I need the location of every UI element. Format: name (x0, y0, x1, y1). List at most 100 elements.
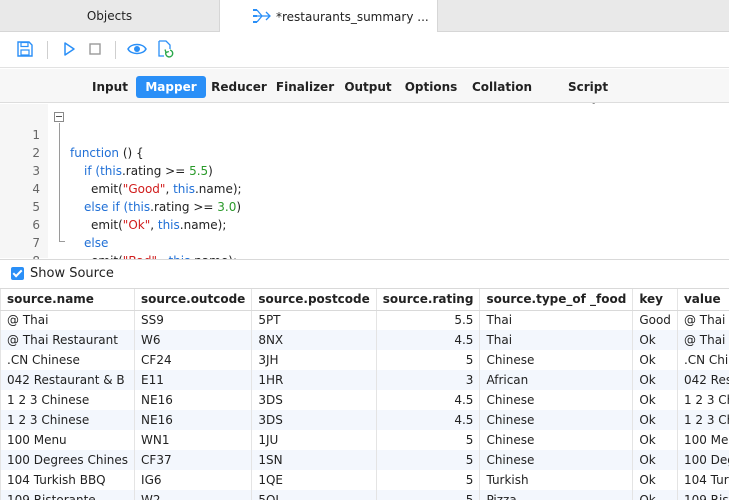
table-cell[interactable]: NE16 (134, 390, 253, 410)
save-button[interactable] (15, 40, 35, 60)
table-cell[interactable]: .CN Chinese (0, 350, 136, 370)
column-header[interactable]: value (677, 289, 729, 311)
table-cell[interactable]: 100 Menu (677, 430, 729, 450)
tab-collation[interactable]: Collation (468, 76, 536, 98)
tab-mapper[interactable]: Mapper (136, 76, 206, 98)
tab-reducer[interactable]: Reducer (208, 76, 270, 98)
table-row[interactable]: 1 2 3 ChineseNE163DS4.5ChineseOk1 2 3 Ch… (0, 410, 729, 430)
table-cell[interactable]: W2 (134, 490, 253, 500)
table-cell[interactable]: 4.5 (376, 330, 481, 350)
table-row[interactable]: .CN ChineseCF243JH5ChineseOk.CN Chinese (0, 350, 729, 370)
stop-button[interactable] (85, 40, 105, 60)
table-cell[interactable]: 1SN (251, 450, 377, 470)
table-cell[interactable]: Pizza (479, 490, 634, 500)
table-cell[interactable]: Ok (632, 490, 678, 500)
results-grid[interactable]: source.name source.outcode source.postco… (0, 288, 729, 500)
table-cell[interactable]: @ Thai Restaurant (0, 330, 136, 350)
table-cell[interactable]: CF24 (134, 350, 253, 370)
table-cell[interactable]: SS9 (134, 310, 253, 330)
table-cell[interactable]: Thai (479, 310, 634, 330)
table-cell[interactable]: 3JH (251, 350, 377, 370)
table-cell[interactable]: 100 Menu (0, 430, 136, 450)
table-cell[interactable]: E11 (134, 370, 253, 390)
table-cell[interactable]: 100 Degrees Chines (0, 450, 136, 470)
table-cell[interactable]: Ok (632, 450, 678, 470)
table-cell[interactable]: Chinese (479, 350, 634, 370)
table-cell[interactable]: 4.5 (376, 390, 481, 410)
table-cell[interactable]: @ Thai (0, 310, 136, 330)
table-cell[interactable]: African (479, 370, 634, 390)
table-cell[interactable]: 5 (376, 470, 481, 490)
table-cell[interactable]: 1 2 3 Chinese (0, 390, 136, 410)
table-cell[interactable]: 8NX (251, 330, 377, 350)
table-cell[interactable]: 104 Turkish BBQ (677, 470, 729, 490)
table-cell[interactable]: 5.5 (376, 310, 481, 330)
table-row[interactable]: 109 RistoranteW25QL5PizzaOk109 Ristorant… (0, 490, 729, 500)
table-cell[interactable]: IG6 (134, 470, 253, 490)
table-cell[interactable]: Ok (632, 410, 678, 430)
table-row[interactable]: 100 MenuWN11JU5ChineseOk100 Menu (0, 430, 729, 450)
column-header[interactable]: source.postcode (251, 289, 377, 311)
fold-toggle-icon[interactable] (54, 112, 64, 122)
preview-button[interactable] (127, 40, 147, 60)
table-cell[interactable]: Ok (632, 350, 678, 370)
table-cell[interactable]: 1 2 3 Chinese (677, 390, 729, 410)
table-cell[interactable]: 5 (376, 430, 481, 450)
table-row[interactable]: 042 Restaurant & B E11 1HR 3 African Ok 042 Re… (0, 370, 729, 390)
table-row[interactable]: 104 Turkish BBQIG61QE5TurkishOk104 Turki… (0, 470, 729, 490)
table-cell[interactable]: 1HR (251, 370, 377, 390)
table-cell[interactable]: 1 2 3 Chinese (0, 410, 136, 430)
table-cell[interactable]: 5 (376, 490, 481, 500)
table-row[interactable]: @ Thai RestaurantW68NX4.5ThaiOk@ Thai Re… (0, 330, 729, 350)
show-source-checkbox[interactable] (11, 267, 24, 280)
tab-script-preview[interactable]: Script Preview (542, 76, 634, 116)
table-row[interactable]: 1 2 3 ChineseNE163DS4.5ChineseOk1 2 3 Ch… (0, 390, 729, 410)
column-header[interactable]: source.type_of _food (479, 289, 634, 311)
column-header[interactable]: key (632, 289, 678, 311)
table-cell[interactable]: @ Thai (677, 310, 729, 330)
table-cell[interactable]: 3 (376, 370, 481, 390)
table-cell[interactable]: Chinese (479, 410, 634, 430)
tab-mapreduce-document[interactable]: *restaurants_summary ... (219, 0, 438, 33)
table-cell[interactable]: 109 Ristorante (0, 490, 136, 500)
table-cell[interactable]: Ok (632, 390, 678, 410)
table-cell[interactable]: 5 (376, 350, 481, 370)
table-cell[interactable]: Thai (479, 330, 634, 350)
table-cell[interactable]: 042 Restaurant & B (0, 370, 136, 390)
tab-input[interactable]: Input (84, 76, 136, 98)
table-cell[interactable]: W6 (134, 330, 253, 350)
table-cell[interactable]: .CN Chinese (677, 350, 729, 370)
tab-output[interactable]: Output (340, 76, 396, 98)
table-row[interactable]: 100 Degrees Chines CF37 1SN 5 Chinese Ok 100 D… (0, 450, 729, 470)
column-header[interactable]: source.rating (376, 289, 481, 311)
table-cell[interactable]: Ok (632, 370, 678, 390)
table-cell[interactable]: 109 Ristorante (677, 490, 729, 500)
show-source-label[interactable]: Show Source (30, 266, 114, 281)
table-cell[interactable]: 3DS (251, 410, 377, 430)
table-cell[interactable]: 5PT (251, 310, 377, 330)
table-cell[interactable]: NE16 (134, 410, 253, 430)
column-header[interactable]: source.outcode (134, 289, 253, 311)
table-cell[interactable]: Turkish (479, 470, 634, 490)
table-cell[interactable]: 104 Turkish BBQ (0, 470, 136, 490)
table-cell[interactable]: 042 Restaurant & B (677, 370, 729, 390)
table-cell[interactable]: Chinese (479, 390, 634, 410)
column-header[interactable]: source.name (0, 289, 136, 311)
table-cell[interactable]: 5QL (251, 490, 377, 500)
table-cell[interactable]: 5 (376, 450, 481, 470)
tab-options[interactable]: Options (400, 76, 462, 98)
tab-objects[interactable]: Objects (0, 0, 219, 32)
table-cell[interactable]: CF37 (134, 450, 253, 470)
table-cell[interactable]: Ok (632, 330, 678, 350)
table-cell[interactable]: 1 2 3 Chinese (677, 410, 729, 430)
table-cell[interactable]: WN1 (134, 430, 253, 450)
table-cell[interactable]: 3DS (251, 390, 377, 410)
code-editor[interactable]: 1 function () { 2 if (this.rating >= 5.5… (0, 104, 729, 286)
table-cell[interactable]: Ok (632, 470, 678, 490)
table-row[interactable]: @ Thai SS9 5PT 5.5 Thai Good @ Thai (0, 310, 729, 330)
run-button[interactable] (59, 40, 79, 60)
table-cell[interactable]: 4.5 (376, 410, 481, 430)
table-cell[interactable]: Chinese (479, 430, 634, 450)
table-cell[interactable]: Chinese (479, 450, 634, 470)
tab-finalizer[interactable]: Finalizer (274, 76, 336, 98)
